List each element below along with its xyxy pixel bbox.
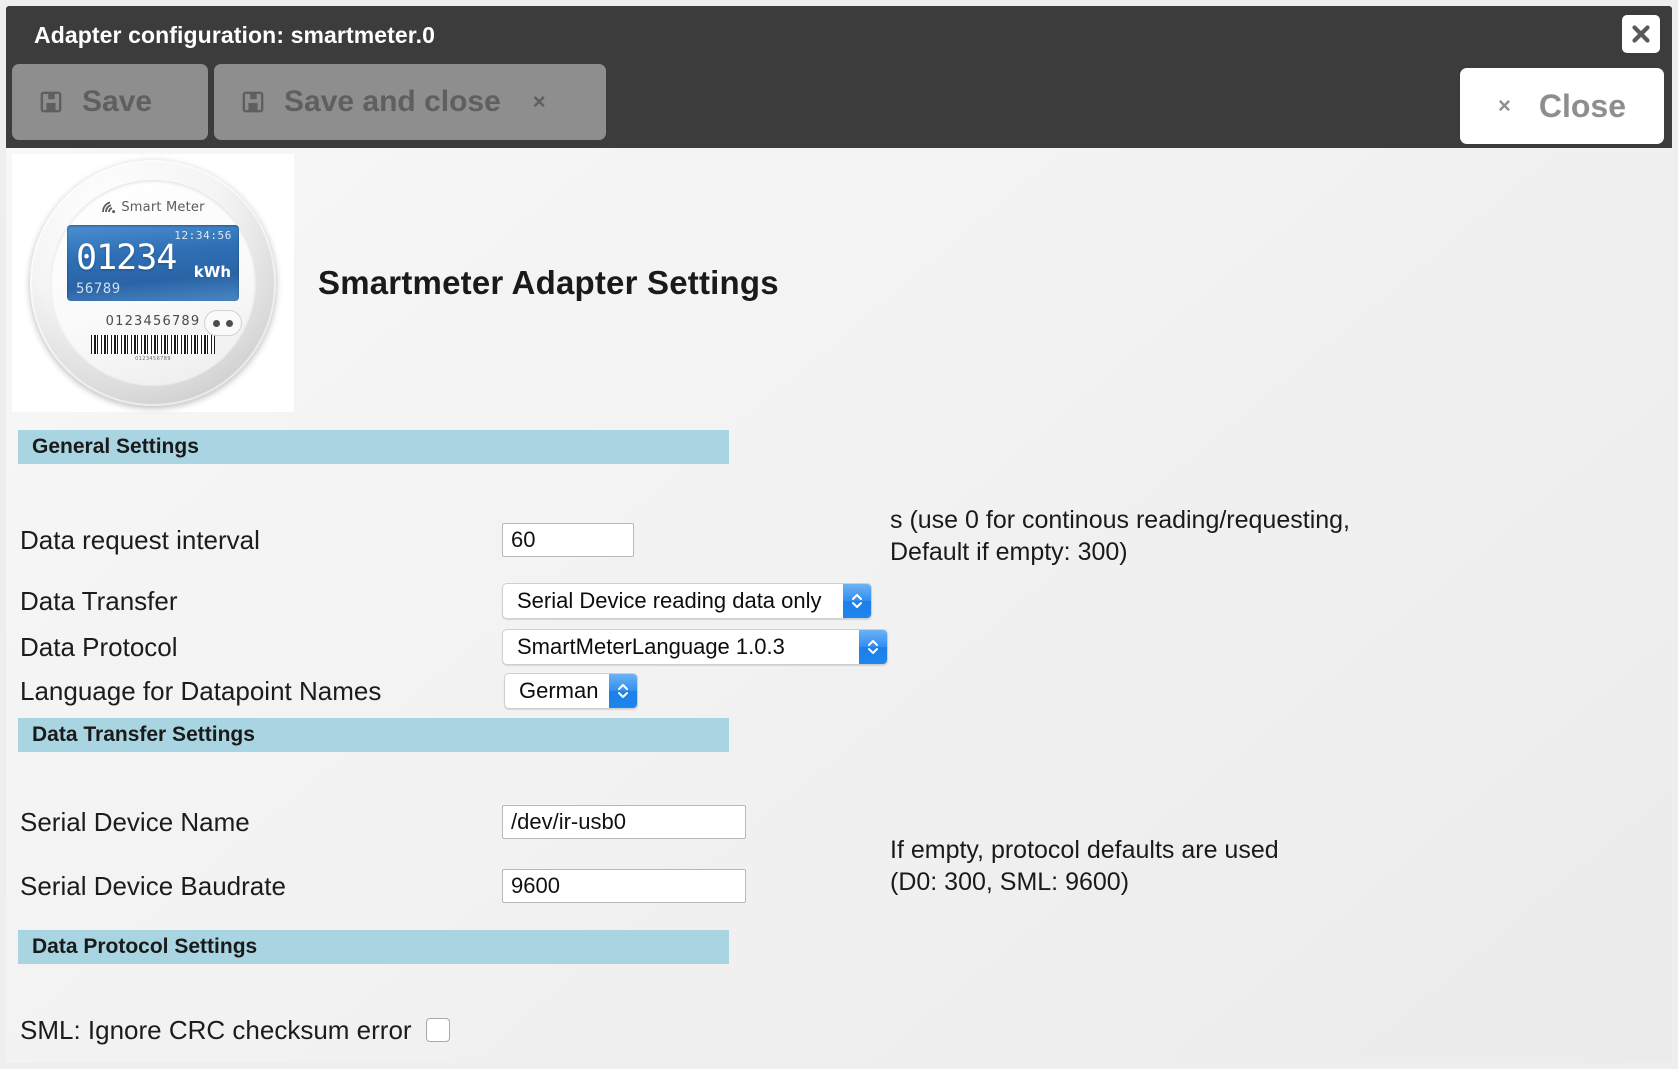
- section-header-general: General Settings: [18, 430, 729, 464]
- meter-led-indicators: [204, 310, 242, 336]
- general-settings-form: Data request interval s (use 0 for conti…: [6, 506, 1672, 712]
- field-data-request-interval: [502, 523, 634, 557]
- row-language: Language for Datapoint Names German: [6, 670, 1672, 712]
- chevron-updown-glyph: [868, 640, 878, 654]
- label-data-request-interval: Data request interval: [20, 524, 260, 555]
- data-transfer-select-value: Serial Device reading data only: [517, 588, 822, 613]
- hint-serial-device-baudrate: If empty, protocol defaults are used (D0…: [890, 836, 1279, 896]
- row-sml-ignore-crc: SML: Ignore CRC checksum error: [6, 1010, 1672, 1050]
- serial-device-baudrate-input[interactable]: [502, 869, 746, 903]
- row-data-protocol: Data Protocol SmartMeterLanguage 1.0.3: [6, 626, 1672, 668]
- smartmeter-logo-image: Smart Meter 12:34:56 01234 kWh 56789 012…: [12, 154, 294, 412]
- data-protocol-settings-form: SML: Ignore CRC checksum error: [6, 1010, 1672, 1050]
- save-and-close-x-icon: ×: [532, 89, 546, 114]
- page-title: Smartmeter Adapter Settings: [318, 264, 779, 301]
- signal-waves-icon: [102, 201, 116, 214]
- label-sml-ignore-crc: SML: Ignore CRC checksum error: [20, 1014, 412, 1045]
- save-button-label: Save: [82, 85, 153, 118]
- settings-header: Smart Meter 12:34:56 01234 kWh 56789 012…: [6, 148, 1672, 412]
- chevron-updown-icon[interactable]: [843, 584, 871, 618]
- save-button[interactable]: Save: [12, 64, 208, 140]
- meter-face: Smart Meter 12:34:56 01234 kWh 56789 012…: [50, 180, 256, 386]
- data-transfer-select[interactable]: Serial Device reading data only: [502, 583, 872, 619]
- meter-barcode: [91, 335, 215, 354]
- window-titlebar: Adapter configuration: smartmeter.0: [6, 6, 1672, 64]
- field-data-transfer: Serial Device reading data only: [502, 583, 872, 619]
- meter-led-2: [226, 319, 233, 327]
- meter-barcode-text: 0123456789: [135, 356, 171, 362]
- close-button[interactable]: × Close: [1460, 68, 1664, 144]
- row-serial-device-baudrate: Serial Device Baudrate If empty, protoco…: [6, 836, 1672, 906]
- titlebar-close-button[interactable]: [1622, 15, 1660, 53]
- chevron-updown-glyph: [618, 684, 628, 698]
- label-language: Language for Datapoint Names: [20, 675, 382, 706]
- data-request-interval-input[interactable]: [502, 523, 634, 557]
- meter-led-1: [213, 319, 220, 327]
- sml-ignore-crc-checkbox[interactable]: [425, 1018, 450, 1042]
- close-button-label: Close: [1538, 87, 1626, 124]
- chevron-updown-icon[interactable]: [859, 630, 887, 664]
- section-header-data-protocol: Data Protocol Settings: [18, 930, 729, 964]
- row-data-transfer: Data Transfer Serial Device reading data…: [6, 580, 1672, 622]
- chevron-updown-glyph: [852, 594, 862, 608]
- section-header-data-transfer: Data Transfer Settings: [18, 718, 729, 752]
- meter-body: Smart Meter 12:34:56 01234 kWh 56789 012…: [30, 160, 276, 406]
- serial-device-name-input[interactable]: [502, 805, 746, 839]
- hint-data-request-interval: s (use 0 for continous reading/requestin…: [890, 506, 1350, 566]
- field-serial-device-baudrate: [502, 869, 746, 903]
- close-x-icon: ×: [1498, 93, 1511, 118]
- language-select[interactable]: German: [504, 673, 638, 709]
- meter-lcd-reading: 01234: [76, 238, 177, 278]
- label-data-protocol: Data Protocol: [20, 631, 178, 662]
- save-and-close-button-label: Save and close: [284, 85, 501, 118]
- adapter-config-window: Adapter configuration: smartmeter.0 Save…: [6, 6, 1672, 1063]
- floppy-disk-icon: [40, 91, 62, 113]
- dialog-toolbar: Save Save and close × × Close: [6, 64, 1672, 148]
- settings-content: Smart Meter 12:34:56 01234 kWh 56789 012…: [6, 148, 1672, 1063]
- save-and-close-button[interactable]: Save and close ×: [214, 64, 606, 140]
- label-serial-device-name: Serial Device Name: [20, 806, 250, 837]
- meter-lcd: 12:34:56 01234 kWh 56789: [67, 225, 239, 301]
- meter-lcd-sub-reading: 56789: [76, 281, 121, 297]
- field-language: German: [504, 673, 638, 709]
- field-serial-device-name: [502, 805, 746, 839]
- meter-lcd-time: 12:34:56: [174, 229, 232, 242]
- data-protocol-select[interactable]: SmartMeterLanguage 1.0.3: [502, 629, 888, 665]
- floppy-disk-icon: [242, 91, 264, 113]
- meter-brand: Smart Meter: [50, 200, 256, 215]
- row-serial-device-name: Serial Device Name: [6, 802, 1672, 842]
- meter-brand-label: Smart Meter: [121, 200, 205, 215]
- chevron-updown-icon[interactable]: [609, 674, 637, 708]
- label-serial-device-baudrate: Serial Device Baudrate: [20, 870, 286, 901]
- language-select-value: German: [519, 678, 599, 703]
- data-transfer-settings-form: Serial Device Name Serial Device Baudrat…: [6, 802, 1672, 906]
- data-protocol-select-value: SmartMeterLanguage 1.0.3: [517, 634, 785, 659]
- field-data-protocol: SmartMeterLanguage 1.0.3: [502, 629, 888, 665]
- meter-lcd-unit: kWh: [193, 263, 231, 281]
- window-title: Adapter configuration: smartmeter.0: [34, 21, 435, 48]
- label-data-transfer: Data Transfer: [20, 585, 178, 616]
- close-x-icon: [1632, 25, 1650, 43]
- row-data-request-interval: Data request interval s (use 0 for conti…: [6, 506, 1672, 566]
